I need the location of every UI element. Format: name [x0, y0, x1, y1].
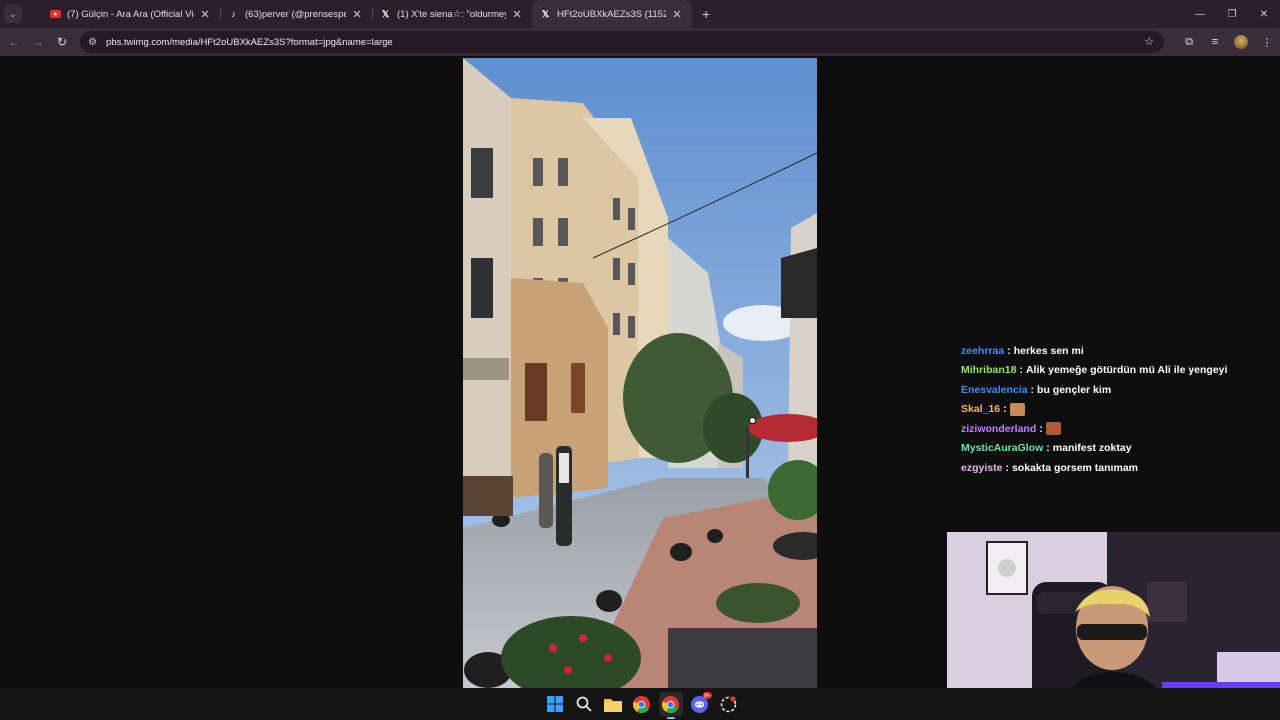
tab-youtube[interactable]: (7) Gülçin - Ara Ara (Official Vid ✕ — [42, 0, 220, 28]
emote-icon — [1045, 422, 1061, 436]
chat-username: ezgyiste — [961, 461, 1003, 474]
app-icon[interactable] — [717, 692, 741, 716]
chat-username: Enesvalencia — [961, 383, 1028, 396]
chat-text: sokakta gorsem tanımam — [1011, 461, 1138, 474]
close-icon[interactable]: ✕ — [198, 8, 212, 21]
tab-title: HFt2oUBXkAEZs3S (1152×2048) — [557, 8, 666, 20]
taskbar-icons: 9+ — [540, 692, 743, 719]
stream-chat: zeehrraa : herkes sen mi Mihriban18 : Al… — [961, 341, 1271, 478]
close-icon[interactable]: ✕ — [510, 8, 524, 21]
chat-separator: : — [1039, 422, 1043, 435]
extensions-icon[interactable]: ⧉ — [1177, 30, 1201, 54]
tiktok-icon: ♪ — [231, 9, 236, 19]
chrome-icon[interactable] — [630, 692, 654, 716]
chat-message: Skal_16 : — [961, 400, 1271, 420]
chat-text: Alik yemeğe götürdün mü Ali ile yengeyi — [1025, 364, 1228, 377]
chat-username: Mihriban18 — [961, 364, 1017, 377]
close-icon[interactable]: ✕ — [670, 8, 684, 21]
chat-separator: : — [1007, 344, 1011, 357]
mouse-cursor — [749, 417, 756, 424]
chat-separator: : — [1003, 403, 1007, 416]
browser-toolbar: ← → ↻ ⚙ pbs.twimg.com/media/HFt2oUBXkAEZ… — [0, 28, 1280, 56]
chat-text: herkes sen mi — [1013, 344, 1084, 357]
chat-message: Enesvalencia : bu gençler kim — [961, 380, 1271, 400]
reload-icon[interactable]: ↻ — [50, 30, 74, 54]
profile-avatar[interactable] — [1229, 30, 1253, 54]
taskbar: 9+ — [0, 688, 1280, 720]
chat-message: ziziwonderland : — [961, 419, 1271, 439]
chrome-active-icon[interactable] — [658, 692, 683, 719]
chat-text: manifest zoktay — [1052, 442, 1132, 455]
tab-tiktok[interactable]: ♪ (63)perver (@prensesperver) | T ✕ — [220, 0, 372, 28]
new-tab-button[interactable]: + — [702, 6, 710, 22]
site-info-icon[interactable]: ⚙ — [88, 37, 102, 48]
chat-username: Skal_16 — [961, 403, 1001, 416]
x-icon: 𝕏 — [541, 8, 550, 19]
avatar — [1234, 35, 1248, 49]
x-icon: 𝕏 — [381, 8, 390, 19]
chat-message: MysticAuraGlow : manifest zoktay — [961, 439, 1271, 459]
tab-x-post[interactable]: 𝕏 (1) X'te siena☆: "oldurmeyecek ✕ — [372, 0, 532, 28]
media-controls-icon[interactable]: ≡ — [1203, 30, 1227, 54]
tab-strip: ⌄ (7) Gülçin - Ara Ara (Official Vid ✕ ♪… — [0, 0, 1280, 28]
search-icon[interactable] — [572, 692, 596, 716]
minimize-icon[interactable]: — — [1184, 0, 1216, 28]
back-arrow-icon[interactable]: ← — [2, 30, 26, 54]
chat-separator: : — [1030, 383, 1035, 396]
chat-message: Mihriban18 : Alik yemeğe götürdün mü Ali… — [961, 361, 1271, 381]
more-menu-icon[interactable]: ⋮ — [1255, 30, 1279, 54]
chat-message: zeehrraa : herkes sen mi — [961, 341, 1271, 361]
address-bar[interactable]: ⚙ pbs.twimg.com/media/HFt2oUBXkAEZs3S?fo… — [80, 31, 1164, 53]
tab-title: (63)perver (@prensesperver) | T — [245, 8, 346, 20]
chat-separator: : — [1005, 461, 1009, 474]
screen: ⌄ (7) Gülçin - Ara Ara (Official Vid ✕ ♪… — [0, 0, 1280, 720]
chat-separator: : — [1046, 442, 1050, 455]
chat-text: bu gençler kim — [1037, 383, 1112, 396]
emote-icon — [1009, 402, 1025, 416]
windows-start-icon[interactable] — [543, 692, 567, 716]
chat-username: ziziwonderland — [961, 422, 1037, 435]
window-controls: — ❐ ✕ — [1184, 0, 1280, 28]
bookmark-star-icon[interactable]: ☆ — [1144, 35, 1154, 48]
restore-icon[interactable]: ❐ — [1216, 0, 1248, 28]
chat-message: ezgyiste : sokakta gorsem tanımam — [961, 458, 1271, 478]
forward-arrow-icon[interactable]: → — [26, 30, 50, 54]
tab-title: (1) X'te siena☆: "oldurmeyecek — [397, 8, 506, 20]
file-explorer-icon[interactable] — [601, 692, 625, 716]
tab-search-button[interactable]: ⌄ — [4, 5, 22, 23]
close-icon[interactable]: ✕ — [350, 8, 364, 21]
discord-icon[interactable]: 9+ — [688, 692, 712, 716]
chat-separator: : — [1019, 364, 1023, 377]
chevron-down-icon: ⌄ — [9, 8, 17, 19]
close-window-icon[interactable]: ✕ — [1248, 0, 1280, 28]
tab-image-active[interactable]: 𝕏 HFt2oUBXkAEZs3S (1152×2048) ✕ — [532, 0, 692, 28]
street-photo — [463, 58, 817, 688]
chat-username: MysticAuraGlow — [961, 442, 1044, 455]
youtube-icon — [50, 9, 61, 20]
notification-badge: 9+ — [702, 692, 712, 699]
url-text[interactable]: pbs.twimg.com/media/HFt2oUBXkAEZs3S?form… — [106, 37, 393, 48]
tab-title: (7) Gülçin - Ara Ara (Official Vid — [67, 8, 194, 20]
chat-username: zeehrraa — [961, 344, 1005, 357]
toolbar-actions: ⧉ ≡ ⋮ — [1176, 28, 1280, 56]
